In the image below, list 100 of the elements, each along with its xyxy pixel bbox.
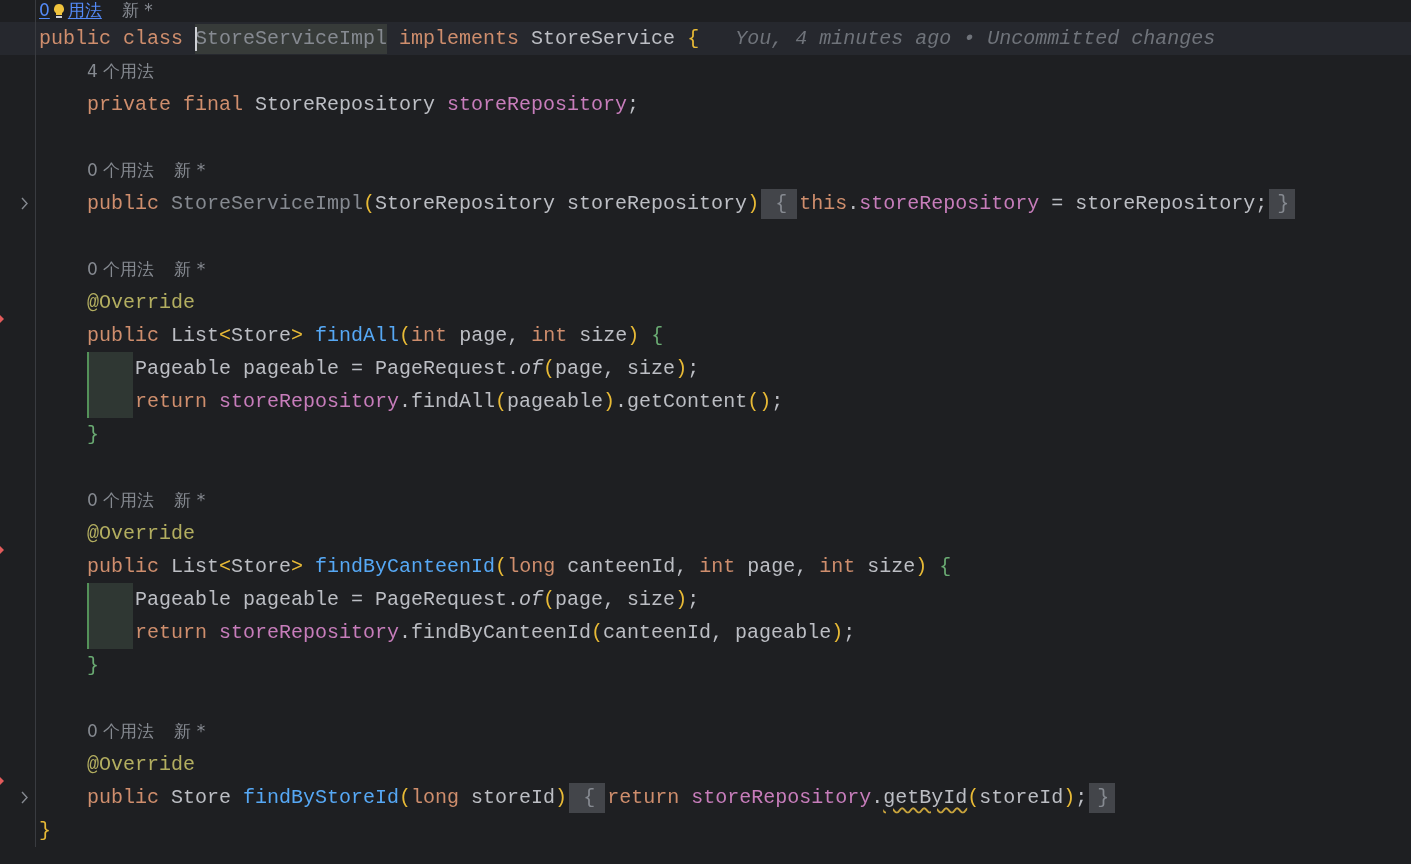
code-token: } bbox=[39, 817, 51, 844]
code-token: return bbox=[135, 619, 208, 646]
usages-hint[interactable]: 0 个用法 bbox=[87, 256, 155, 283]
folded-code-brace[interactable]: } bbox=[1269, 188, 1296, 219]
code-token: size bbox=[579, 322, 628, 349]
code-token: public bbox=[87, 784, 160, 811]
usages-hint[interactable]: 0 bbox=[39, 0, 50, 24]
code-token: storeId bbox=[979, 784, 1064, 811]
expand-chevron-icon[interactable] bbox=[21, 791, 29, 804]
folded-code-brace[interactable]: { bbox=[761, 188, 798, 219]
code-token: ( bbox=[399, 784, 412, 811]
code-token: public bbox=[87, 322, 160, 349]
code-token: . bbox=[847, 190, 860, 217]
code-token: .getContent bbox=[615, 388, 748, 415]
code-token: int bbox=[699, 553, 737, 580]
code-token: () bbox=[747, 388, 772, 415]
code-token: storeRepository bbox=[219, 619, 400, 646]
code-token: > bbox=[291, 322, 305, 349]
code-token: ) bbox=[603, 388, 616, 415]
code-token: long bbox=[411, 784, 461, 811]
code-token: ) bbox=[675, 355, 688, 382]
code-token: implements bbox=[398, 25, 521, 52]
code-token: page, bbox=[459, 322, 521, 349]
code-token: findByCanteenId bbox=[315, 553, 496, 580]
folded-code-brace[interactable]: { bbox=[569, 782, 606, 813]
code-token: int bbox=[411, 322, 449, 349]
code-token: Store bbox=[231, 322, 292, 349]
code-token: pageable bbox=[507, 388, 604, 415]
code-token: ) bbox=[915, 553, 929, 580]
usages-hint[interactable]: 用法 bbox=[67, 0, 102, 24]
code-token: } bbox=[87, 421, 99, 448]
deleted-lines-marker-icon[interactable] bbox=[0, 777, 4, 785]
code-token: ( bbox=[591, 619, 604, 646]
code-token: StoreRepository storeRepository bbox=[375, 190, 748, 217]
code-token: { bbox=[939, 553, 952, 580]
code-token: public bbox=[87, 190, 160, 217]
code-token: of bbox=[519, 355, 544, 382]
code-token: storeRepository bbox=[859, 190, 1040, 217]
code-token: storeRepository bbox=[691, 784, 872, 811]
code-token: @Override bbox=[87, 289, 196, 316]
code-token: { bbox=[651, 322, 664, 349]
usages-hint[interactable]: 0 个用法 bbox=[87, 157, 155, 184]
code-token: > bbox=[291, 553, 305, 580]
git-blame-annotation: You, 4 minutes ago • Uncommitted changes bbox=[735, 25, 1216, 52]
code-token: page, bbox=[747, 553, 809, 580]
folded-code-brace[interactable]: } bbox=[1089, 782, 1116, 813]
code-token: < bbox=[219, 553, 232, 580]
code-token: private final bbox=[87, 91, 245, 118]
expand-chevron-icon[interactable] bbox=[21, 197, 29, 210]
author-hint: 新 * bbox=[121, 0, 153, 23]
code-token: ; bbox=[687, 586, 700, 613]
code-token: storeRepository bbox=[219, 388, 400, 415]
code-token: } bbox=[87, 652, 99, 679]
code-token: of bbox=[519, 586, 544, 613]
code-token: this bbox=[799, 190, 848, 217]
code-token: ( bbox=[543, 355, 556, 382]
code-token: ) bbox=[1063, 784, 1076, 811]
code-token: ) bbox=[675, 586, 688, 613]
code-token: public bbox=[87, 553, 160, 580]
light-bulb-icon[interactable] bbox=[52, 3, 65, 19]
code-token: findAll bbox=[315, 322, 400, 349]
code-token: @Override bbox=[87, 520, 196, 547]
code-token: ; bbox=[627, 91, 640, 118]
code-token: page, size bbox=[555, 586, 676, 613]
code-token: . bbox=[871, 784, 884, 811]
code-token: Pageable pageable = PageRequest. bbox=[135, 586, 520, 613]
code-token: int bbox=[819, 553, 857, 580]
code-token: findByStoreId bbox=[243, 784, 400, 811]
usages-hint[interactable]: 0 个用法 bbox=[87, 718, 155, 745]
code-token: size bbox=[867, 553, 916, 580]
code-token: ( bbox=[543, 586, 556, 613]
author-hint: 新 * bbox=[174, 158, 206, 182]
code-token: ; bbox=[843, 619, 856, 646]
code-token: ( bbox=[399, 322, 412, 349]
code-token: ( bbox=[495, 388, 508, 415]
code-token: ; bbox=[1075, 784, 1088, 811]
code-token: StoreService bbox=[531, 25, 677, 52]
code-token: List bbox=[171, 322, 220, 349]
code-token: < bbox=[219, 322, 232, 349]
code-token: .findByCanteenId bbox=[399, 619, 592, 646]
code-token: ( bbox=[363, 190, 376, 217]
code-token: return bbox=[607, 784, 681, 811]
code-token: StoreServiceImpl bbox=[171, 190, 364, 217]
code-token: page, size bbox=[555, 355, 676, 382]
code-token: = storeRepository; bbox=[1050, 190, 1268, 217]
code-token: List bbox=[171, 553, 220, 580]
code-token: long bbox=[507, 553, 557, 580]
code-token: return bbox=[135, 388, 208, 415]
code-token: int bbox=[531, 322, 569, 349]
code-token: ) bbox=[627, 322, 641, 349]
usages-hint[interactable]: 0 个用法 bbox=[87, 487, 155, 514]
code-token: ; bbox=[771, 388, 784, 415]
code-token: .findAll bbox=[399, 388, 496, 415]
code-token: Store bbox=[171, 784, 233, 811]
code-token: ) bbox=[831, 619, 844, 646]
code-token: ; bbox=[687, 355, 700, 382]
deleted-lines-marker-icon[interactable] bbox=[0, 315, 4, 323]
usages-hint[interactable]: 4 个用法 bbox=[87, 58, 155, 85]
code-token: storeRepository bbox=[447, 91, 628, 118]
deleted-lines-marker-icon[interactable] bbox=[0, 546, 4, 554]
